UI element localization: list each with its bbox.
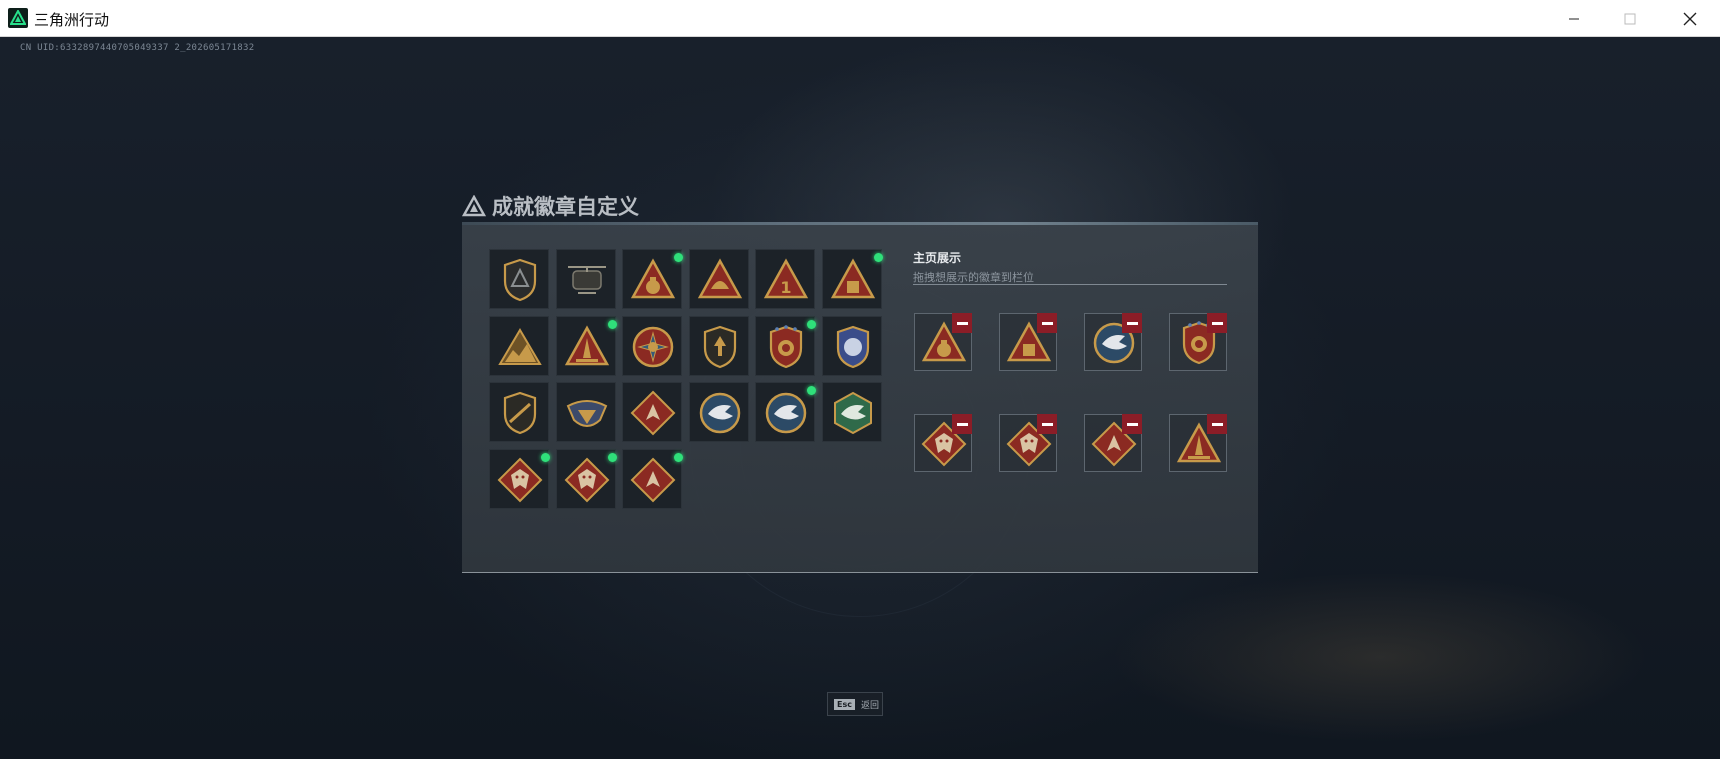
remove-badge-button[interactable] xyxy=(1037,313,1057,333)
badge-cell[interactable] xyxy=(821,315,882,376)
badge-cell[interactable] xyxy=(821,382,882,442)
remove-badge-button[interactable] xyxy=(1122,313,1142,333)
minus-icon xyxy=(1126,422,1138,426)
badge-cell[interactable] xyxy=(489,448,550,509)
new-indicator-dot xyxy=(541,452,550,462)
eagle-round-icon xyxy=(765,392,807,434)
minus-icon xyxy=(1041,321,1053,325)
badge-cell[interactable] xyxy=(688,382,749,442)
app-logo-icon xyxy=(8,8,28,28)
new-indicator-dot xyxy=(674,253,683,262)
minimize-button[interactable] xyxy=(1546,0,1602,37)
dialog-title: 成就徽章自定义 xyxy=(492,195,639,219)
svg-text:1: 1 xyxy=(780,278,791,297)
delta-shield-icon xyxy=(503,258,537,302)
new-indicator-dot xyxy=(607,452,617,462)
winged-crest-icon xyxy=(566,400,607,427)
delta-logo-icon xyxy=(462,195,486,217)
spike-triangle-icon xyxy=(564,324,609,365)
badge-cell[interactable] xyxy=(489,315,549,376)
minus-icon xyxy=(956,321,968,325)
badge-cell[interactable] xyxy=(489,382,549,442)
number-one-triangle-icon: 1 xyxy=(763,258,809,299)
showcase-slot[interactable] xyxy=(914,313,972,371)
blue-crest-icon xyxy=(836,325,869,368)
arrow-shield-icon xyxy=(703,325,736,368)
moneybag-triangle-icon xyxy=(630,258,676,299)
dialog-header: 成就徽章自定义 xyxy=(462,191,639,221)
red-wolf-diamond-icon xyxy=(630,457,676,502)
badge-cell[interactable]: 1 xyxy=(755,249,815,309)
back-label: 返回 xyxy=(860,700,879,711)
showcase-slot[interactable] xyxy=(914,414,972,472)
eagle-round-icon xyxy=(699,392,740,434)
minimize-icon xyxy=(1569,18,1579,19)
new-indicator-dot xyxy=(873,253,883,262)
showcase-subtitle: 拖拽想展示的徽章到栏位 xyxy=(913,271,1034,284)
helicopter-icon xyxy=(567,266,606,294)
close-button[interactable] xyxy=(1662,0,1718,37)
mountain-triangle-icon xyxy=(498,327,542,365)
new-indicator-dot xyxy=(607,319,617,329)
badge-cell[interactable] xyxy=(688,315,749,376)
badge-cell[interactable] xyxy=(821,249,883,309)
back-button[interactable]: Esc 返回 xyxy=(827,692,883,716)
game-viewport: CN UID:6332897440705049337 2_20260517183… xyxy=(0,37,1720,759)
green-eagle-hex-icon xyxy=(833,391,872,435)
badge-cell[interactable] xyxy=(622,249,683,309)
red-wolf-diamond-icon xyxy=(630,390,676,436)
badge-cell[interactable] xyxy=(555,249,616,309)
red-dragon-diamond-icon xyxy=(497,457,543,502)
badge-cell[interactable] xyxy=(555,382,616,442)
badge-cell[interactable] xyxy=(622,448,683,509)
remove-badge-button[interactable] xyxy=(952,313,972,333)
remove-badge-button[interactable] xyxy=(952,414,972,434)
badge-cell[interactable] xyxy=(555,448,617,509)
showcase-slot[interactable] xyxy=(1084,313,1142,371)
remove-badge-button[interactable] xyxy=(1122,414,1142,434)
showcase-slot[interactable] xyxy=(999,414,1057,472)
showcase-slot[interactable] xyxy=(1169,414,1227,472)
badge-cell[interactable] xyxy=(489,249,549,309)
gold-bar-triangle-icon xyxy=(830,258,875,299)
esc-key-icon: Esc xyxy=(834,698,855,710)
badge-customize-panel: 1 主页展示 拖拽想展示的徽章到栏位 xyxy=(462,222,1258,573)
badge-cell[interactable] xyxy=(622,315,682,376)
close-icon xyxy=(1683,12,1697,25)
maximize-icon xyxy=(1624,13,1636,24)
star-shield-icon xyxy=(769,324,803,368)
new-indicator-dot xyxy=(807,386,816,395)
showcase-slot[interactable] xyxy=(1169,313,1227,371)
helmet-triangle-icon xyxy=(697,258,742,299)
new-indicator-dot xyxy=(807,319,816,329)
window-titlebar: 三角洲行动 xyxy=(0,0,1720,37)
remove-badge-button[interactable] xyxy=(1207,414,1227,434)
minus-icon xyxy=(956,422,968,426)
showcase-slot[interactable] xyxy=(1084,414,1142,472)
maximize-button[interactable] xyxy=(1602,0,1658,37)
minus-icon xyxy=(1211,422,1223,426)
showcase-title: 主页展示 xyxy=(913,251,962,265)
remove-badge-button[interactable] xyxy=(1207,313,1227,333)
badge-cell[interactable] xyxy=(555,315,617,376)
minus-icon xyxy=(1126,321,1138,325)
remove-badge-button[interactable] xyxy=(1037,414,1057,434)
uid-label: CN UID:6332897440705049337 2_20260517183… xyxy=(20,43,255,53)
minus-icon xyxy=(1041,422,1053,426)
badge-cell[interactable] xyxy=(688,249,749,309)
minus-icon xyxy=(1211,321,1223,325)
showcase-divider xyxy=(913,284,1227,285)
red-dragon-diamond-icon xyxy=(564,457,609,502)
cross-round-icon xyxy=(632,326,674,367)
window-title: 三角洲行动 xyxy=(34,11,110,29)
rifle-shield-icon xyxy=(503,391,537,435)
badge-cell[interactable] xyxy=(755,315,816,376)
badge-cell[interactable] xyxy=(622,382,682,442)
showcase-slot[interactable] xyxy=(999,313,1057,371)
new-indicator-dot xyxy=(674,452,683,462)
badge-cell[interactable] xyxy=(755,382,816,442)
showcase-header: 主页展示 拖拽想展示的徽章到栏位 xyxy=(913,249,1034,285)
